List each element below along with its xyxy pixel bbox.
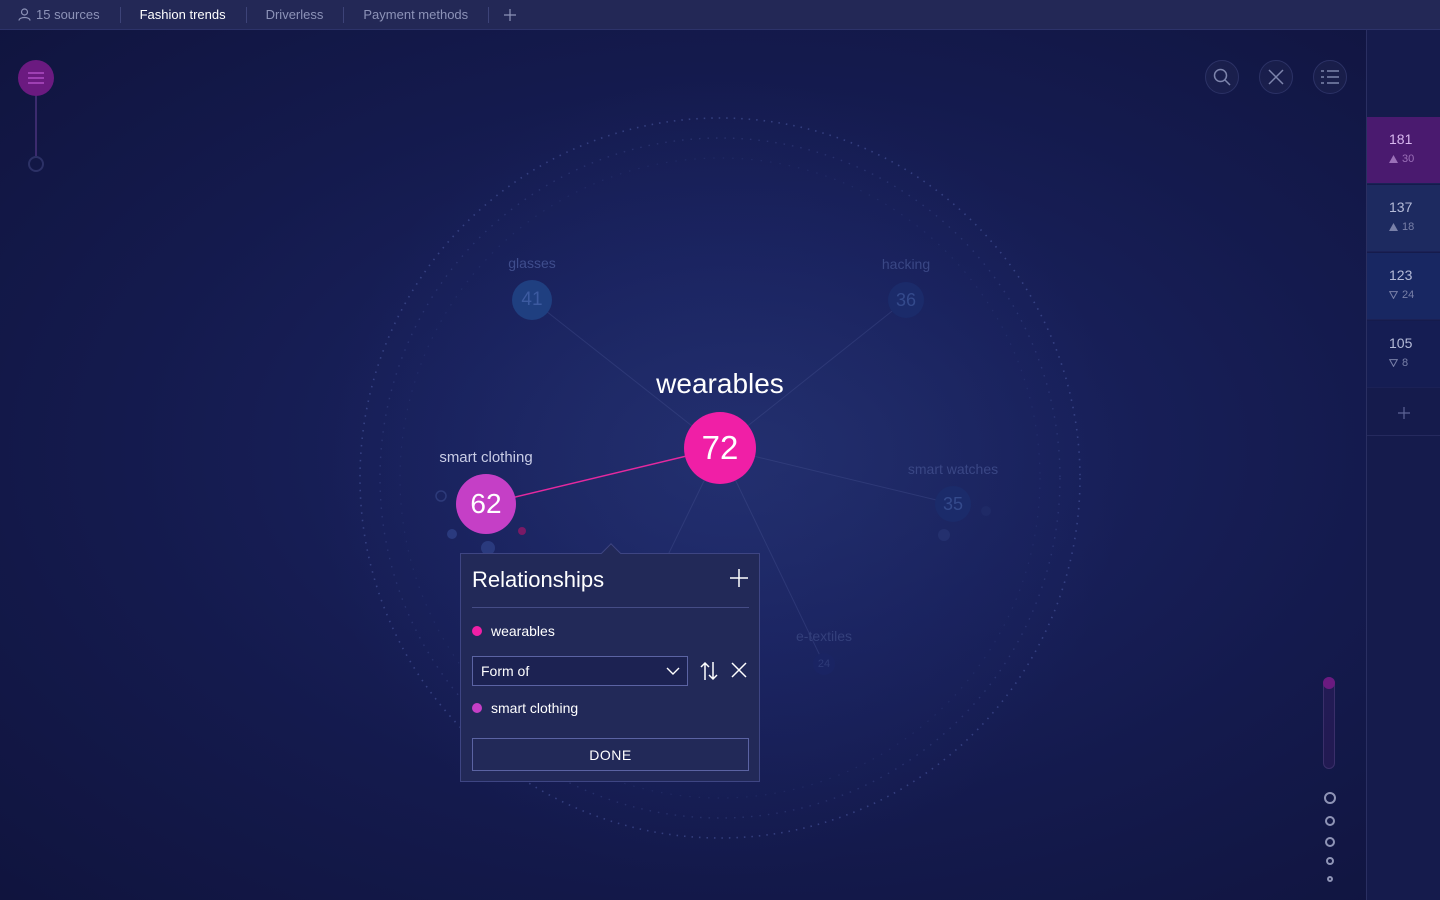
zoom-level-3[interactable] [1325,837,1335,847]
arrow-down-icon [1389,291,1398,299]
stat-delta-value: 30 [1402,153,1415,165]
close-icon [1268,69,1284,85]
stat-card[interactable]: 181 30 [1367,117,1440,184]
stat-value: 181 [1389,131,1413,147]
stat-delta-value: 8 [1402,357,1409,369]
node-smart-clothing[interactable]: 62 [456,474,516,534]
node-wearables[interactable]: 72 [684,412,756,484]
node-label-wearables: wearables [656,368,784,399]
swap-direction-button[interactable] [698,660,720,682]
user-icon [18,8,31,21]
add-tab-button[interactable] [488,0,532,30]
arrow-up-icon [1389,155,1398,163]
node-label-smart-watches: smart watches [907,461,999,477]
hamburger-icon [28,72,44,84]
relation-type-select[interactable]: Form of [472,656,688,686]
tab-bar: 15 sources Fashion trends Driverless Pay… [0,0,1440,30]
stat-delta-value: 18 [1402,221,1415,233]
zoom-slider[interactable] [1323,677,1335,769]
node-label-glasses: glasses [508,255,556,271]
zoom-level-5[interactable] [1327,876,1333,882]
done-button[interactable]: DONE [472,738,749,771]
node-label-smart-clothing: smart clothing [439,449,533,466]
stat-card[interactable]: 105 8 [1367,321,1440,388]
zoom-level-4[interactable] [1326,857,1334,865]
chevron-down-icon [666,667,680,675]
swap-icon [700,661,718,681]
arrow-down-icon [1389,359,1398,367]
relationship-source: wearables [472,623,555,639]
history-node[interactable] [28,156,44,172]
stat-delta-value: 24 [1402,289,1415,301]
popup-title: Relationships [472,567,605,592]
stat-card[interactable]: 123 24 [1367,253,1440,320]
arrow-up-icon [1389,223,1398,231]
stat-delta: 24 [1389,289,1440,301]
list-icon [1321,70,1339,84]
stat-value: 105 [1389,335,1413,351]
add-stat-button[interactable] [1367,390,1440,436]
popup-divider [472,607,749,608]
zoom-level-2[interactable] [1325,816,1335,826]
tab-fashion-trends[interactable]: Fashion trends [119,0,246,30]
relation-type-value: Form of [481,663,530,679]
stat-delta: 18 [1389,221,1440,233]
source-color-dot [472,626,482,636]
zoom-level-1[interactable] [1324,792,1336,804]
search-button[interactable] [1205,60,1239,94]
node-hacking[interactable]: 36 [888,282,924,318]
stat-delta: 30 [1389,153,1440,165]
relationships-popup: Relationships wearables Form of smart cl… [460,543,760,782]
target-label: smart clothing [491,700,579,716]
tab-driverless[interactable]: Driverless [245,0,344,30]
node-e-textiles[interactable]: 24 [813,653,835,675]
sources-label: 15 sources [36,7,100,22]
node-glasses[interactable]: 41 [512,280,552,320]
zoom-slider-thumb[interactable] [1323,677,1335,689]
plus-icon [504,8,517,21]
list-button[interactable] [1313,60,1347,94]
close-button[interactable] [1259,60,1293,94]
search-icon [1213,68,1231,86]
close-icon [731,662,747,678]
stat-value: 123 [1389,267,1413,283]
menu-button[interactable] [18,60,54,96]
stat-delta: 8 [1389,357,1440,369]
node-smart-watches[interactable]: 35 [935,486,971,522]
tab-sources[interactable]: 15 sources [0,0,120,30]
stat-value: 137 [1389,199,1413,215]
add-relationship-button[interactable] [729,568,749,588]
node-label-hacking: hacking [881,256,931,272]
relationship-target: smart clothing [472,700,578,716]
node-label-e-textiles: e-textiles [795,628,853,644]
plus-icon [1397,406,1410,419]
source-label: wearables [491,623,555,639]
plus-icon [730,569,748,587]
target-color-dot [472,703,482,713]
remove-relationship-button[interactable] [729,660,751,682]
stat-card[interactable]: 137 18 [1367,185,1440,252]
history-rail [35,96,37,156]
tab-payment-methods[interactable]: Payment methods [343,0,488,30]
